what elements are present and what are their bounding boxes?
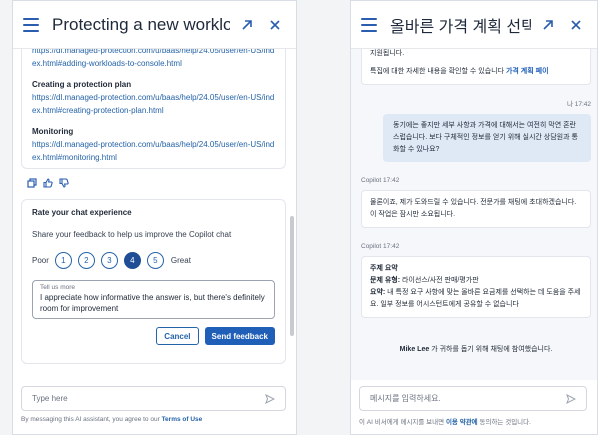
summary-title: 주제 요약 [370,265,398,272]
terms-link[interactable]: Terms of Use [162,416,203,423]
assistant-message: 물론이죠, 제가 도와드릴 수 있습니다. 전문가를 채팅에 초대하겠습니다. … [361,190,591,228]
message-actions [27,178,69,188]
help-link[interactable]: https://dl.managed-protection.com/u/baas… [32,49,275,70]
summary-message: 주제 요약 문제 유형: 라이선스/사전 판매/평가판 요약: 내 특정 요구 … [361,256,591,318]
send-icon[interactable] [265,393,275,404]
agent-name: Mike Lee [399,346,430,353]
close-icon[interactable] [264,14,286,36]
message-text: 특집에 대한 자세한 내용을 확인할 수 있습니다 [370,68,505,75]
textarea-legend: Tell us more [40,284,76,291]
great-label: Great [170,256,191,265]
chat-panel-left: Protecting a new workload https://dl.man… [12,0,297,435]
expand-icon[interactable] [537,14,559,36]
help-link[interactable]: https://dl.managed-protection.com/u/baas… [32,138,275,164]
summary-label: 요약: [370,289,386,296]
system-message: Mike Lee 가 귀하를 돕기 위해 채팅에 참여했습니다. [361,344,591,356]
textarea-value[interactable]: I appreciate how informative the answer … [40,292,267,314]
rating-option-2[interactable]: 2 [77,252,95,269]
poor-label: Poor [32,256,49,265]
copy-icon[interactable] [27,178,37,188]
assistant-message: 지원됩니다. 특집에 대한 자세한 내용을 확인할 수 있습니다 가격 계획 페… [361,49,591,85]
chat-title: Protecting a new workload [52,14,230,34]
rating-scale: Poor 1 2 3 4 5 Great [32,252,275,269]
pricing-link[interactable]: 가격 계획 페이 [506,68,549,75]
copilot-meta: Copilot 17:42 [361,177,400,184]
chat-title: 올바른 가격 계획 선택 [390,18,531,36]
summary-type-label: 문제 유형: [370,277,401,284]
disclaimer-text: 이 AI 비서에게 메시지를 보내면 [359,419,445,426]
cancel-button[interactable]: Cancel [156,327,199,345]
chat-header: Protecting a new workload [13,1,296,49]
disclaimer: By messaging this AI assistant, you agre… [21,416,286,423]
input-placeholder: Type here [32,394,68,403]
close-icon[interactable] [565,14,587,36]
disclaimer: 이 AI 비서에게 메시지를 보내면 이용 약관에 동의하는 것입니다. [359,416,587,426]
link-heading: Creating a protection plan [32,80,132,89]
chat-header: 올바른 가격 계획 선택 [351,1,597,49]
link-heading: Monitoring [32,127,74,136]
rating-title: Rate your chat experience [32,208,132,217]
chat-messages[interactable]: 지원됩니다. 특집에 대한 자세한 내용을 확인할 수 있습니다 가격 계획 페… [351,49,597,380]
menu-icon[interactable] [361,17,377,32]
expand-icon[interactable] [236,14,258,36]
rating-option-5[interactable]: 5 [146,252,164,269]
thumbs-down-icon[interactable] [59,178,69,188]
disclaimer-text: By messaging this AI assistant, you agre… [21,416,160,423]
rating-option-1[interactable]: 1 [54,252,72,269]
chat-messages[interactable]: https://dl.managed-protection.com/u/baas… [13,49,296,380]
chat-footer: 메시지를 입력하세요. 이 AI 비서에게 메시지를 보내면 이용 약관에 동의… [351,380,597,434]
thumbs-up-icon[interactable] [43,178,53,188]
chat-footer: Type here By messaging this AI assistant… [13,380,296,434]
system-text: 가 귀하를 돕기 위해 채팅에 참여했습니다. [431,346,553,353]
message-input[interactable]: Type here [21,386,286,411]
rating-actions: Cancel Send feedback [32,327,275,345]
send-icon[interactable] [566,393,576,404]
rating-card: Rate your chat experience Share your fee… [21,199,286,364]
send-feedback-button[interactable]: Send feedback [204,327,275,345]
rating-option-4[interactable]: 4 [123,252,141,269]
feedback-textarea[interactable]: Tell us more I appreciate how informativ… [32,280,275,319]
disclaimer-text: 동의하는 것입니다. [479,419,531,426]
menu-icon[interactable] [23,17,39,32]
user-meta: 나 17:42 [566,101,591,108]
message-input[interactable]: 메시지를 입력하세요. [359,386,587,411]
rating-subtitle: Share your feedback to help us improve t… [32,230,232,239]
help-link[interactable]: https://dl.managed-protection.com/u/baas… [32,91,275,117]
copilot-meta: Copilot 17:42 [361,243,400,250]
scrollbar[interactable] [290,216,294,336]
summary-value: 내 특정 요구 사항에 맞는 올바른 요금제를 선택하는 데 도움을 주세요. … [370,289,581,308]
message-text: 지원됩니다. [370,50,405,57]
terms-link[interactable]: 이용 약관에 [446,419,478,426]
input-placeholder: 메시지를 입력하세요. [370,394,441,403]
assistant-message: https://dl.managed-protection.com/u/baas… [21,49,286,169]
user-message: 동기에는 좋지만 세부 사항과 가격에 대해서는 여전히 막연 혼란스럽습니다.… [383,114,591,162]
chat-panel-right: 올바른 가격 계획 선택 지원됩니다. 특집에 대한 자세한 내용을 확인할 수… [350,0,598,435]
rating-option-3[interactable]: 3 [100,252,118,269]
summary-type-value: 라이선스/사전 판매/평가판 [402,277,479,284]
